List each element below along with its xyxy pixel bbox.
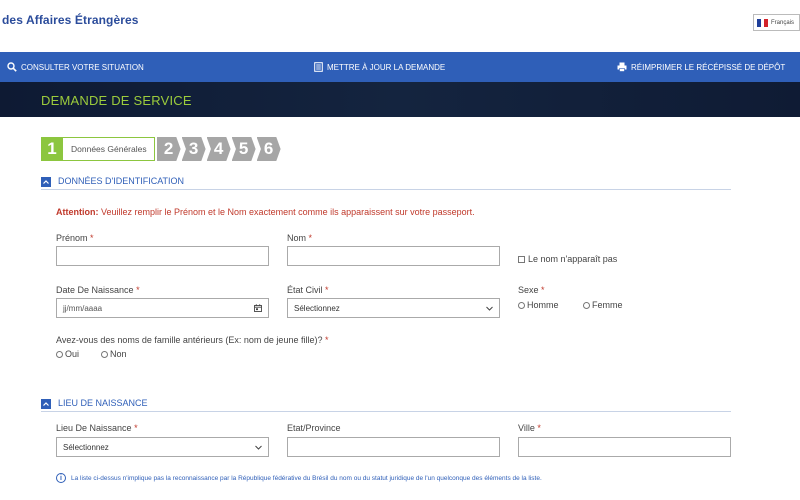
prenom-label: Prénom * (56, 233, 94, 243)
radio-circle[interactable] (518, 301, 525, 309)
sex-label: Sexe * (518, 285, 545, 295)
nom-absent-checkbox[interactable]: Le nom n'apparaît pas (518, 254, 617, 264)
sex-option-homme-label: Homme (527, 300, 559, 310)
step-3[interactable]: 3 (181, 137, 206, 161)
chevron-down-icon (486, 306, 493, 311)
state-input[interactable] (287, 437, 500, 457)
language-label: Français (771, 19, 795, 26)
chevron-down-icon (255, 445, 262, 450)
printer-icon (617, 62, 627, 72)
birthplace-section-title: LIEU DE NAISSANCE (58, 398, 148, 408)
birthdate-placeholder: jj/mm/aaaa (63, 303, 103, 313)
birthplace-value: Sélectionnez (63, 442, 109, 452)
collapse-birthplace-button[interactable] (41, 399, 51, 409)
france-flag-icon (757, 18, 769, 27)
birthplace-select[interactable]: Sélectionnez (56, 437, 269, 457)
identification-section-title: DONNÉES D'IDENTIFICATION (58, 176, 185, 186)
page-title: DEMANDE DE SERVICE (41, 93, 192, 108)
birthdate-input[interactable]: jj/mm/aaaa (56, 298, 269, 318)
language-selector[interactable]: Français (753, 14, 800, 31)
chevron-up-icon (43, 402, 49, 406)
prenom-input[interactable] (56, 246, 269, 266)
calendar-icon[interactable] (254, 304, 262, 312)
nav-consult-label: CONSULTER VOTRE SITUATION (21, 62, 144, 72)
nav-update-label: METTRE À JOUR LA DEMANDE (327, 62, 446, 72)
step-2[interactable]: 2 (156, 137, 181, 161)
sex-option-femme[interactable]: Femme (583, 300, 623, 310)
chevron-up-icon (43, 180, 49, 184)
ministry-brand: des Affaires Étrangères (2, 13, 139, 27)
nom-input[interactable] (287, 246, 500, 266)
nav-consult-status[interactable]: CONSULTER VOTRE SITUATION (7, 52, 144, 82)
civil-status-label: État Civil * (287, 285, 329, 295)
former-names-non[interactable]: Non (101, 349, 127, 359)
radio-circle[interactable] (583, 301, 590, 309)
disclaimer-text: La liste ci-dessus n'implique pas la rec… (71, 474, 542, 482)
city-input[interactable] (518, 437, 731, 457)
identification-section-header: DONNÉES D'IDENTIFICATION (41, 176, 731, 190)
civil-status-select[interactable]: Sélectionnez (287, 298, 500, 318)
birthplace-section-header: LIEU DE NAISSANCE (41, 398, 731, 412)
nav-reprint-label: RÉIMPRIMER LE RÉCÉPISSÉ DE DÉPÔT (631, 62, 786, 72)
step-4[interactable]: 4 (206, 137, 231, 161)
attention-prefix: Attention: (56, 207, 99, 217)
collapse-identification-button[interactable] (41, 177, 51, 187)
nav-update-request[interactable]: METTRE À JOUR LA DEMANDE (314, 52, 445, 82)
attention-notice: Attention: Veuillez remplir le Prénom et… (56, 207, 475, 217)
top-bar: des Affaires Étrangères Français (0, 0, 800, 52)
attention-text: Veuillez remplir le Prénom et le Nom exa… (98, 207, 475, 217)
step-1-label: Données Générales (63, 137, 155, 161)
info-icon: i (56, 473, 66, 483)
search-icon (7, 62, 17, 72)
former-names-oui[interactable]: Oui (56, 349, 79, 359)
step-1[interactable]: 1 (41, 137, 63, 161)
document-icon (314, 62, 323, 72)
birthplace-label: Lieu De Naissance * (56, 423, 138, 433)
former-names-label: Avez-vous des noms de famille antérieurs… (56, 335, 329, 345)
radio-circle[interactable] (101, 350, 108, 358)
city-label: Ville * (518, 423, 541, 433)
step-5[interactable]: 5 (231, 137, 256, 161)
state-label: Etat/Province (287, 423, 341, 433)
former-names-oui-label: Oui (65, 349, 80, 359)
sex-option-femme-label: Femme (592, 300, 623, 310)
sex-option-homme[interactable]: Homme (518, 300, 559, 310)
main-nav: CONSULTER VOTRE SITUATION METTRE À JOUR … (0, 52, 800, 82)
checkbox-box[interactable] (518, 255, 525, 263)
list-disclaimer: i La liste ci-dessus n'implique pas la r… (56, 473, 542, 483)
nom-absent-label: Le nom n'apparaît pas (528, 254, 618, 264)
birthdate-label: Date De Naissance * (56, 285, 140, 295)
step-indicator: 1 Données Générales 2 3 4 5 6 (41, 137, 281, 161)
nom-label: Nom * (287, 233, 313, 243)
nav-reprint-receipt[interactable]: RÉIMPRIMER LE RÉCÉPISSÉ DE DÉPÔT (617, 52, 785, 82)
page-banner: DEMANDE DE SERVICE (0, 82, 800, 117)
radio-circle[interactable] (56, 350, 63, 358)
former-names-non-label: Non (110, 349, 127, 359)
step-6[interactable]: 6 (256, 137, 281, 161)
civil-status-value: Sélectionnez (294, 303, 340, 313)
